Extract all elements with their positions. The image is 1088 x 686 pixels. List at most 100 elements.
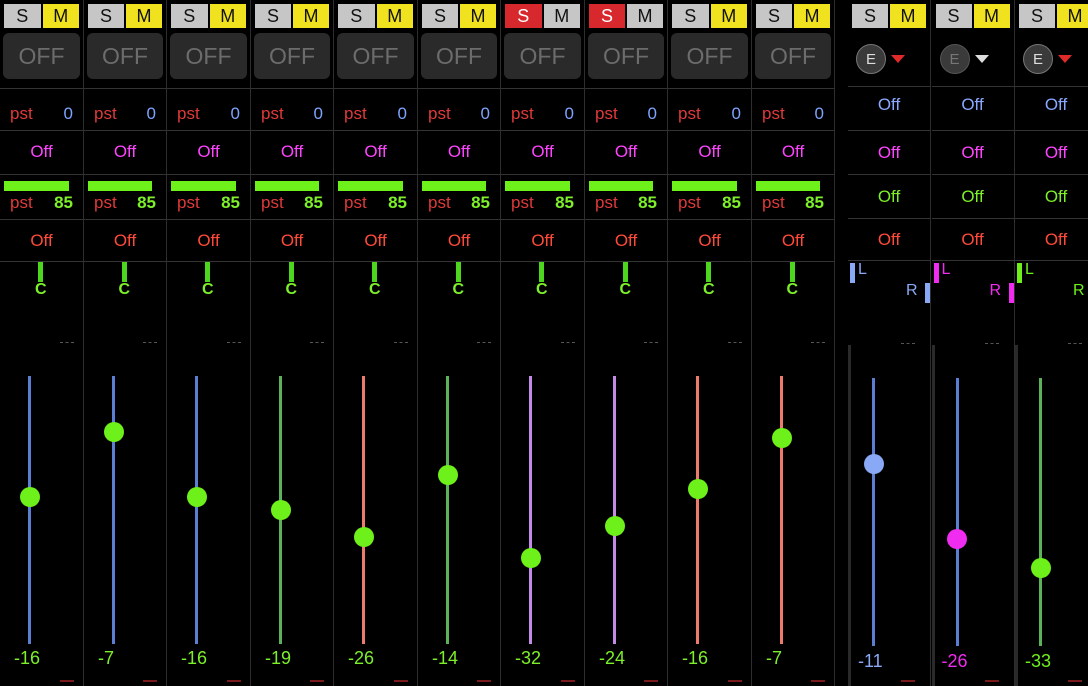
off-toggle[interactable]: Off [501, 219, 584, 261]
off-toggle[interactable]: Off [1015, 86, 1088, 130]
balance-control[interactable]: LR [848, 260, 930, 342]
pan-control[interactable]: C [0, 261, 83, 341]
balance-control[interactable]: LR [931, 260, 1014, 342]
pan-control[interactable]: C [84, 261, 166, 341]
off-toggle[interactable]: Off [931, 130, 1014, 174]
pan-control[interactable]: C [585, 261, 667, 341]
solo-button[interactable]: S [4, 4, 41, 28]
off-toggle[interactable]: Off [418, 130, 500, 172]
off-toggle[interactable]: Off [0, 219, 83, 261]
off-toggle[interactable]: Off [167, 130, 250, 172]
solo-button[interactable]: S [852, 4, 888, 28]
pst-row-top[interactable]: pst 0 [501, 88, 584, 128]
off-toggle[interactable]: Off [251, 219, 333, 261]
fader-knob[interactable] [604, 516, 625, 537]
pst-meter-row[interactable]: pst 85 [84, 174, 166, 218]
off-toggle[interactable]: Off [931, 86, 1014, 130]
off-toggle[interactable]: Off [334, 219, 417, 261]
pan-control[interactable]: C [501, 261, 584, 341]
pan-control[interactable]: C [418, 261, 500, 341]
fader-knob[interactable] [270, 500, 291, 520]
expand-button[interactable]: E [939, 44, 970, 74]
off-toggle[interactable]: Off [84, 219, 166, 261]
pan-control[interactable]: C [334, 261, 417, 341]
off-toggle[interactable]: Off [251, 130, 333, 172]
chevron-down-icon[interactable] [891, 55, 905, 63]
off-toggle[interactable]: Off [167, 219, 250, 261]
mute-button[interactable]: M [293, 4, 329, 28]
balance-control[interactable]: LR [1015, 260, 1088, 342]
solo-button[interactable]: S [338, 4, 375, 28]
off-button[interactable]: OFF [337, 33, 414, 79]
pst-row-top[interactable]: pst 0 [585, 88, 667, 128]
fader-knob[interactable] [437, 465, 458, 486]
off-toggle[interactable]: Off [752, 219, 834, 261]
mute-button[interactable]: M [376, 4, 413, 28]
pst-row-top[interactable]: pst 0 [418, 88, 500, 128]
solo-button[interactable]: S [935, 4, 972, 28]
pst-meter-row[interactable]: pst 85 [668, 174, 751, 218]
off-button[interactable]: OFF [755, 33, 831, 79]
mute-button[interactable]: M [973, 4, 1010, 28]
fader-knob[interactable] [863, 453, 884, 474]
mute-button[interactable]: M [710, 4, 747, 28]
solo-button[interactable]: S [505, 4, 542, 28]
pst-meter-row[interactable]: pst 85 [585, 174, 667, 218]
solo-button[interactable]: S [88, 4, 124, 28]
off-toggle[interactable]: Off [334, 130, 417, 172]
pst-meter-row[interactable]: pst 85 [251, 174, 333, 218]
pst-row-top[interactable]: pst 0 [752, 88, 834, 128]
pst-row-top[interactable]: pst 0 [251, 88, 333, 128]
fader-knob[interactable] [103, 422, 124, 443]
solo-button[interactable]: S [672, 4, 709, 28]
fader-knob[interactable] [771, 427, 792, 448]
off-button[interactable]: OFF [671, 33, 748, 79]
mute-button[interactable]: M [543, 4, 580, 28]
off-toggle[interactable]: Off [668, 130, 751, 172]
off-button[interactable]: OFF [170, 33, 247, 79]
fader-knob[interactable] [947, 528, 967, 549]
off-button[interactable]: OFF [504, 33, 581, 79]
off-toggle[interactable]: Off [0, 130, 83, 172]
off-toggle[interactable]: Off [585, 219, 667, 261]
expand-button[interactable]: E [1023, 44, 1053, 74]
solo-button[interactable]: S [1019, 4, 1055, 28]
pst-meter-row[interactable]: pst 85 [0, 174, 83, 218]
fader-knob[interactable] [520, 548, 541, 569]
pst-meter-row[interactable]: pst 85 [418, 174, 500, 218]
pst-meter-row[interactable]: pst 85 [752, 174, 834, 218]
mute-button[interactable]: M [209, 4, 246, 28]
mute-button[interactable]: M [126, 4, 162, 28]
off-toggle[interactable]: Off [585, 130, 667, 172]
off-toggle[interactable]: Off [752, 130, 834, 172]
pan-control[interactable]: C [251, 261, 333, 341]
off-button[interactable]: OFF [87, 33, 163, 79]
fader-knob[interactable] [353, 526, 374, 547]
off-button[interactable]: OFF [421, 33, 497, 79]
pst-row-top[interactable]: pst 0 [84, 88, 166, 128]
fader-knob[interactable] [1030, 558, 1051, 579]
off-button[interactable]: OFF [3, 33, 80, 79]
fader-knob[interactable] [186, 486, 207, 507]
solo-button[interactable]: S [171, 4, 208, 28]
off-toggle[interactable]: Off [931, 218, 1014, 260]
pan-control[interactable]: C [167, 261, 250, 341]
pst-row-top[interactable]: pst 0 [0, 88, 83, 128]
off-toggle[interactable]: Off [1015, 174, 1088, 218]
off-button[interactable]: OFF [588, 33, 664, 79]
mute-button[interactable]: M [42, 4, 79, 28]
fader-knob[interactable] [19, 486, 40, 507]
off-button[interactable]: OFF [254, 33, 330, 79]
pan-control[interactable]: C [668, 261, 751, 341]
off-toggle[interactable]: Off [848, 174, 930, 218]
off-toggle[interactable]: Off [931, 174, 1014, 218]
off-toggle[interactable]: Off [418, 219, 500, 261]
pst-meter-row[interactable]: pst 85 [501, 174, 584, 218]
off-toggle[interactable]: Off [848, 130, 930, 174]
mute-button[interactable]: M [890, 4, 926, 28]
chevron-down-icon[interactable] [974, 55, 989, 63]
pst-row-top[interactable]: pst 0 [668, 88, 751, 128]
pst-row-top[interactable]: pst 0 [167, 88, 250, 128]
solo-button[interactable]: S [589, 4, 625, 28]
off-toggle[interactable]: Off [668, 219, 751, 261]
